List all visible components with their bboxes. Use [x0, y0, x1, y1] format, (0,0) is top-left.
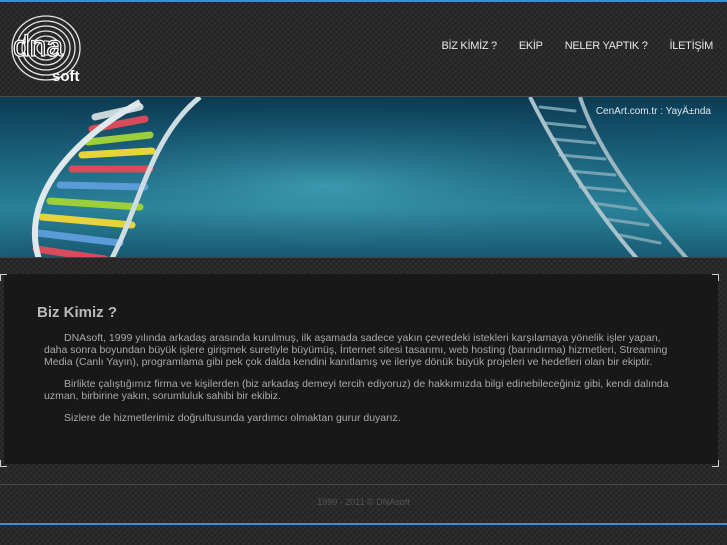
- page-title: Biz Kimiz ?: [37, 304, 118, 321]
- paragraph-closing: Sizlere de hizmetlerimiz doğrultusunda y…: [64, 412, 401, 424]
- corner-top-right: [712, 274, 719, 281]
- corner-top-left: [0, 274, 7, 281]
- dna-banner: CenArt.com.tr : YayÄ±nda: [0, 96, 727, 258]
- header: dna soft BİZ KİMİZ ? EKİP NELER YAPTIK ?…: [0, 2, 727, 95]
- banner-credit: CenArt.com.tr : YayÄ±nda: [595, 106, 711, 117]
- footer-copyright: 1999 - 2011 © DNAsoft: [317, 497, 410, 507]
- footer-divider: [0, 484, 727, 485]
- fingerprint-logo-icon: dna soft: [11, 15, 81, 85]
- paragraph-partners: Birlikte çalıştığımız firma ve kişilerde…: [44, 378, 669, 402]
- nav-iletisim[interactable]: İLETİŞİM: [670, 40, 714, 52]
- logo-text-dna: dna: [13, 30, 63, 63]
- paragraph-intro: DNAsoft, 1999 yılında arkadaş arasında k…: [44, 332, 668, 368]
- corner-bottom-left: [0, 460, 7, 467]
- nav-neler-yaptik[interactable]: NELER YAPTIK ?: [565, 40, 648, 52]
- content-body: DNAsoft, 1999 yılında arkadaş arasında k…: [44, 332, 674, 434]
- footer-accent-line: [0, 523, 727, 525]
- corner-bottom-right: [712, 460, 719, 467]
- nav-biz-kimiz[interactable]: BİZ KİMİZ ?: [441, 40, 497, 52]
- nav-ekip[interactable]: EKİP: [519, 40, 543, 52]
- logo-text-soft: soft: [52, 68, 80, 85]
- content-panel: Biz Kimiz ? DNAsoft, 1999 yılında arkada…: [4, 274, 718, 464]
- dna-helix-image: [0, 97, 727, 257]
- dnasoft-logo[interactable]: dna soft: [8, 10, 92, 86]
- main-nav: BİZ KİMİZ ? EKİP NELER YAPTIK ? İLETİŞİM: [441, 40, 713, 52]
